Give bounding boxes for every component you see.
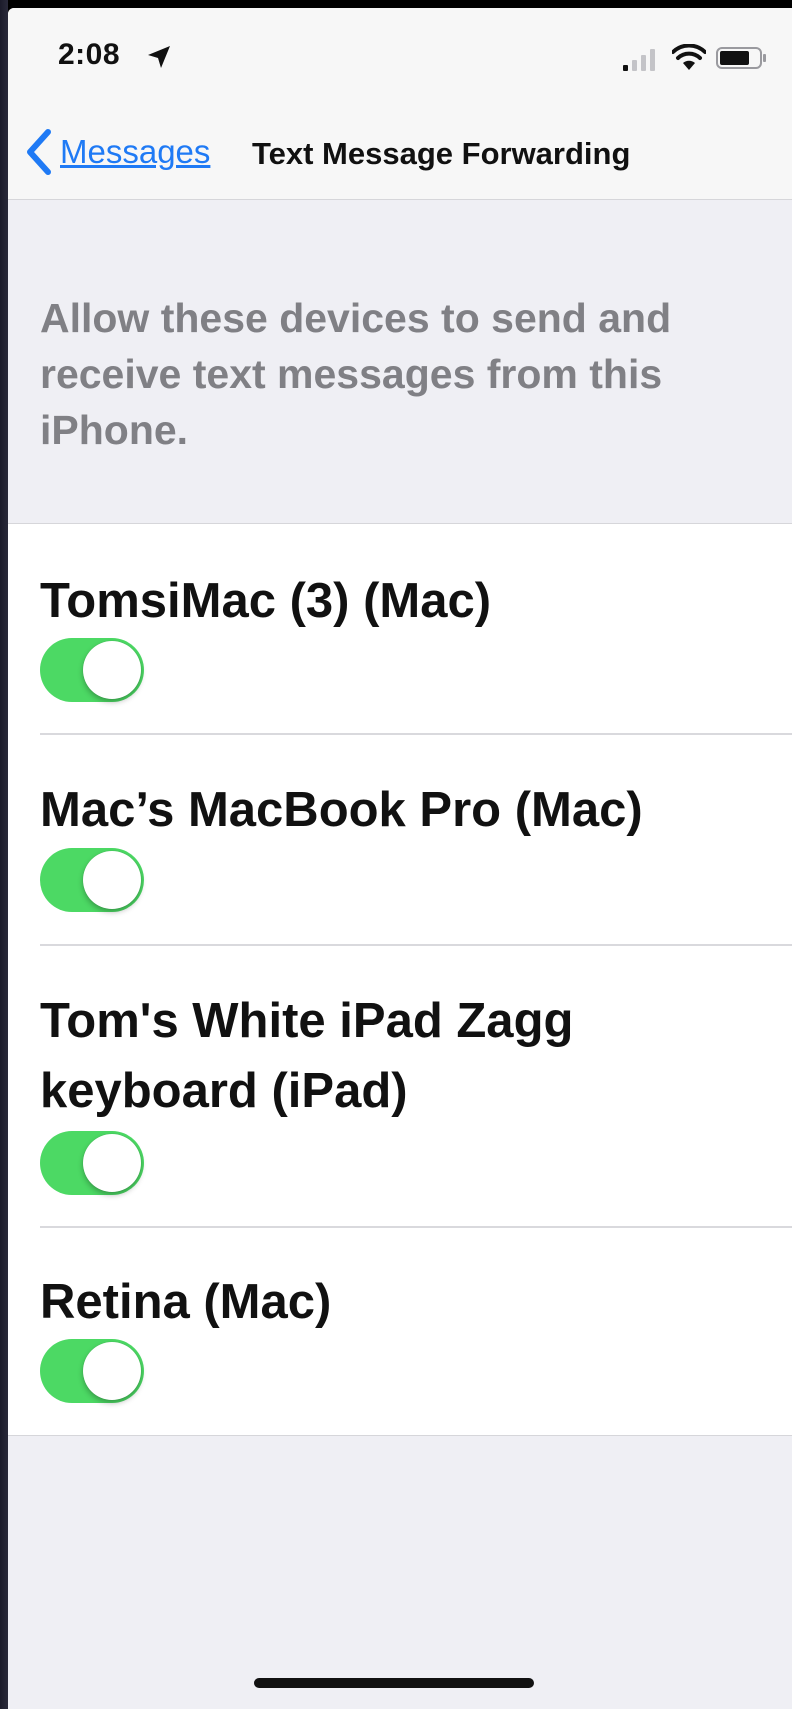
device-toggle-macbook-pro[interactable] [40,848,144,912]
back-button-label: Messages [60,133,211,170]
device-toggle-retina[interactable] [40,1339,144,1403]
device-row-tomsimac: TomsiMac (3) (Mac) [8,524,792,733]
device-toggle-tomsimac[interactable] [40,638,144,702]
device-row-macbook-pro: Mac’s MacBook Pro (Mac) [8,735,792,944]
status-time: 2:08 [58,38,121,71]
device-name: Retina (Mac) [40,1275,332,1329]
chevron-left-icon [27,129,51,175]
page-title: Text Message Forwarding [252,136,631,171]
wifi-icon [672,44,706,70]
home-indicator[interactable] [254,1678,534,1688]
device-toggle-ipad[interactable] [40,1131,144,1195]
device-row-ipad: Tom's White iPad Zagg keyboard (iPad) [8,946,792,1228]
navigation-bar: Messages Text Message Forwarding [8,108,792,200]
status-bar: 2:08 [8,8,792,108]
device-name: TomsiMac (3) (Mac) [40,574,492,628]
cellular-signal-icon [623,49,655,71]
device-bezel [0,0,8,1709]
battery-icon [716,47,766,69]
phone-screen: 2:08 Messages Text Message Forwarding Al… [8,8,792,1709]
toggle-knob [83,1134,141,1192]
toggle-knob [83,641,141,699]
back-button[interactable]: Messages [24,122,210,182]
device-name: Mac’s MacBook Pro (Mac) [40,783,643,837]
device-row-retina: Retina (Mac) [8,1228,792,1435]
location-arrow-icon [148,46,170,68]
device-name: Tom's White iPad Zagg keyboard (iPad) [40,994,574,1118]
section-description: Allow these devices to send and receive … [40,295,672,453]
device-list: TomsiMac (3) (Mac) Mac’s MacBook Pro (Ma… [8,523,792,1436]
toggle-knob [83,851,141,909]
toggle-knob [83,1342,141,1400]
device-frame: 2:08 Messages Text Message Forwarding Al… [0,0,792,1709]
